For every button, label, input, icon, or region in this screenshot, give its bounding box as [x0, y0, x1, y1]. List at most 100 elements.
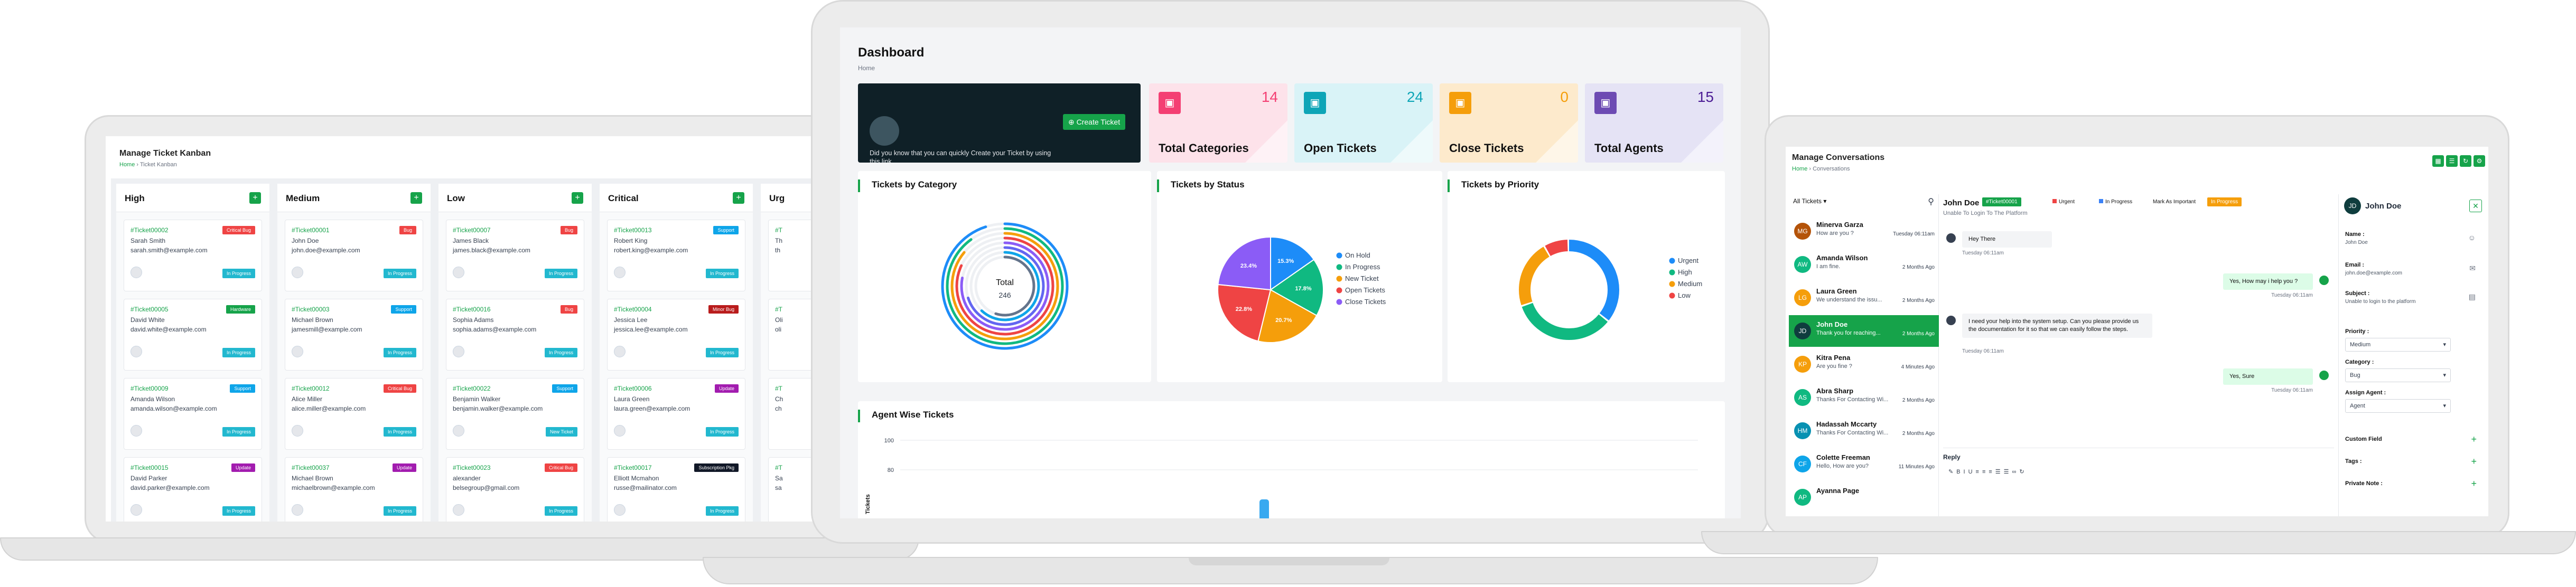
conversation-item[interactable]: CF Colette Freeman Hello, How are you? 11 M…	[1789, 448, 1939, 480]
chat-subject: Unable To Login To The Platform	[1943, 210, 2028, 216]
ticket-id[interactable]: #Ticket00037	[292, 464, 330, 471]
legend-label[interactable]: Medium	[1678, 280, 1702, 288]
ticket-id[interactable]: #Ticket00017	[614, 464, 652, 471]
ticket-id[interactable]: #Ticket00023	[453, 464, 491, 471]
list-view-button[interactable]: ☰	[2446, 155, 2458, 167]
conversation-item[interactable]: MG Minerva Garza How are you ? Tuesday 06:1…	[1789, 215, 1939, 247]
kanban-card[interactable]: #Ticket00015 David Parker david.parker@exa…	[124, 457, 262, 522]
breadcrumb-home[interactable]: Home	[119, 162, 135, 168]
stat-card[interactable]: ▣ 0 Close Tickets	[1440, 83, 1578, 163]
grid-view-button[interactable]: ▦	[2432, 155, 2444, 167]
assign-agent-select[interactable]: Agent ▾	[2345, 399, 2451, 413]
legend-label[interactable]: Low	[1678, 291, 1691, 299]
grid-icon: ▣	[1159, 92, 1181, 114]
legend-label[interactable]: On Hold	[1345, 251, 1370, 259]
ticket-id[interactable]: #Ticket00007	[453, 226, 491, 234]
close-icon[interactable]: ✕	[2469, 200, 2482, 212]
breadcrumb[interactable]: Home	[858, 64, 875, 72]
ticket-id[interactable]: #Ticket00016	[453, 306, 491, 313]
kanban-card[interactable]: #Ticket00007 James Black james.black@examp…	[446, 220, 584, 291]
center-laptop-notch	[1189, 558, 1389, 565]
add-card-button[interactable]: +	[733, 192, 744, 204]
kanban-card[interactable]: #Ticket00009 Amanda Wilson amanda.wilson@e…	[124, 378, 262, 450]
kanban-card[interactable]: #T Th th	[768, 220, 814, 291]
ticket-id[interactable]: #Ticket00004	[614, 306, 652, 313]
ticket-filter-select[interactable]: All Tickets ▾	[1793, 197, 1826, 205]
priority-select[interactable]: Medium ▾	[2345, 338, 2451, 352]
conversation-item[interactable]: AP Ayanna Page	[1789, 481, 1939, 513]
ticket-id[interactable]: #T	[775, 385, 782, 392]
kanban-card[interactable]: #Ticket00002 Sarah Smith sarah.smith@examp…	[124, 220, 262, 291]
ticket-id[interactable]: #T	[775, 226, 782, 234]
kanban-card[interactable]: #Ticket00006 Laura Green laura.green@examp…	[607, 378, 745, 450]
editor-toolbar[interactable]: ✎BIU≡≡≡☰☰∞↻	[1948, 468, 2028, 475]
category-select[interactable]: Bug ▾	[2345, 368, 2451, 382]
kanban-card[interactable]: #Ticket00016 Sophia Adams sophia.adams@exa…	[446, 299, 584, 371]
legend-label[interactable]: Close Tickets	[1345, 298, 1386, 306]
add-card-button[interactable]: +	[410, 192, 422, 204]
search-icon[interactable]: ⚲	[1928, 196, 1934, 207]
settings-button[interactable]: ⚙	[2474, 155, 2485, 167]
add-custom-field-icon[interactable]: +	[2471, 434, 2477, 445]
reply-box[interactable]: Reply ✎BIU≡≡≡☰☰∞↻	[1943, 448, 2334, 516]
avatar	[453, 504, 464, 516]
kanban-card[interactable]: #Ticket00001 John Doe john.doe@example.com…	[285, 220, 423, 291]
ticket-id[interactable]: #Ticket00005	[130, 306, 169, 313]
ticket-id[interactable]: #Ticket00003	[292, 306, 330, 313]
conversation-item[interactable]: JD John Doe Thank you for reaching... 2 Mon…	[1789, 315, 1939, 347]
kanban-card[interactable]: #Ticket00013 Robert King robert.king@examp…	[607, 220, 745, 291]
status-pill[interactable]: In Progress	[2207, 197, 2242, 206]
kanban-card[interactable]: #Ticket00004 Jessica Lee jessica.lee@examp…	[607, 299, 745, 371]
agent-bar[interactable]	[1259, 499, 1269, 518]
legend-label[interactable]: In Progress	[1345, 263, 1380, 271]
conversation-item[interactable]: HM Hadassah Mccarty Thanks For Contacting …	[1789, 415, 1939, 447]
kanban-card[interactable]: #Ticket00005 David White david.white@examp…	[124, 299, 262, 371]
customer-email: russe@mailinator.com	[614, 484, 677, 491]
status-pill[interactable]: Mark As Important	[2149, 197, 2200, 206]
status-pill[interactable]: In Progress	[2095, 197, 2136, 206]
add-card-button[interactable]: +	[249, 192, 261, 204]
add-card-button[interactable]: +	[572, 192, 583, 204]
add-tag-icon[interactable]: +	[2471, 456, 2477, 467]
stat-card[interactable]: ▣ 14 Total Categories	[1149, 83, 1287, 163]
breadcrumb-home[interactable]: Home	[1792, 166, 1807, 172]
ticket-id[interactable]: #Ticket00002	[130, 226, 169, 234]
add-private-note-icon[interactable]: +	[2471, 478, 2477, 489]
stat-card[interactable]: ▣ 24 Open Tickets	[1294, 83, 1433, 163]
conversation-item[interactable]: KP Kitra Pena Are you fine ? 4 Minutes Ago	[1789, 348, 1939, 380]
ticket-id[interactable]: #Ticket00009	[130, 385, 169, 392]
conversation-item[interactable]: AW Amanda Wilson I am fine. 2 Months Ago	[1789, 249, 1939, 280]
ticket-id[interactable]: #T	[775, 306, 782, 313]
ticket-id[interactable]: #Ticket00012	[292, 385, 330, 392]
kanban-card[interactable]: #Ticket00017 Elliott Mcmahon russe@mailina…	[607, 457, 745, 522]
status-pill[interactable]: Urgent	[2049, 197, 2078, 206]
kanban-card[interactable]: #Ticket00012 Alice Miller alice.miller@exa…	[285, 378, 423, 450]
kanban-card[interactable]: #Ticket00023 alexander belsegroup@gmail.co…	[446, 457, 584, 522]
message-time: 11 Minutes Ago	[1898, 464, 1935, 470]
kanban-card[interactable]: #T Ch ch	[768, 378, 814, 450]
kanban-card[interactable]: #T Oli oli	[768, 299, 814, 371]
avatar	[453, 267, 464, 278]
panel-title: Tickets by Priority	[1461, 179, 1539, 190]
ticket-id[interactable]: #Ticket00006	[614, 385, 652, 392]
private-note-label: Private Note :	[2345, 480, 2383, 487]
ticket-id[interactable]: #T	[775, 464, 782, 471]
kanban-card[interactable]: #T Sa sa	[768, 457, 814, 522]
legend-label[interactable]: Open Tickets	[1345, 286, 1385, 294]
ticket-id[interactable]: #Ticket00015	[130, 464, 169, 471]
create-ticket-button[interactable]: ⊕ Create Ticket	[1063, 114, 1126, 130]
refresh-button[interactable]: ↻	[2460, 155, 2471, 167]
kanban-card[interactable]: #Ticket00003 Michael Brown jamesmill@examp…	[285, 299, 423, 371]
ticket-id[interactable]: #Ticket00013	[614, 226, 652, 234]
stat-card[interactable]: ▣ 15 Total Agents	[1585, 83, 1723, 163]
ticket-id[interactable]: #Ticket00001	[292, 226, 330, 234]
kanban-card[interactable]: #Ticket00022 Benjamin Walker benjamin.walk…	[446, 378, 584, 450]
ticket-id[interactable]: #Ticket00022	[453, 385, 491, 392]
panel-accent	[1157, 179, 1159, 192]
legend-label[interactable]: High	[1678, 268, 1692, 276]
legend-label[interactable]: New Ticket	[1345, 274, 1379, 282]
kanban-card[interactable]: #Ticket00037 Michael Brown michaelbrown@ex…	[285, 457, 423, 522]
conversation-item[interactable]: LG Laura Green We understand the issu... 2 …	[1789, 282, 1939, 314]
legend-label[interactable]: Urgent	[1678, 257, 1698, 264]
conversation-item[interactable]: AS Abra Sharp Thanks For Contacting Wi... 2…	[1789, 382, 1939, 413]
